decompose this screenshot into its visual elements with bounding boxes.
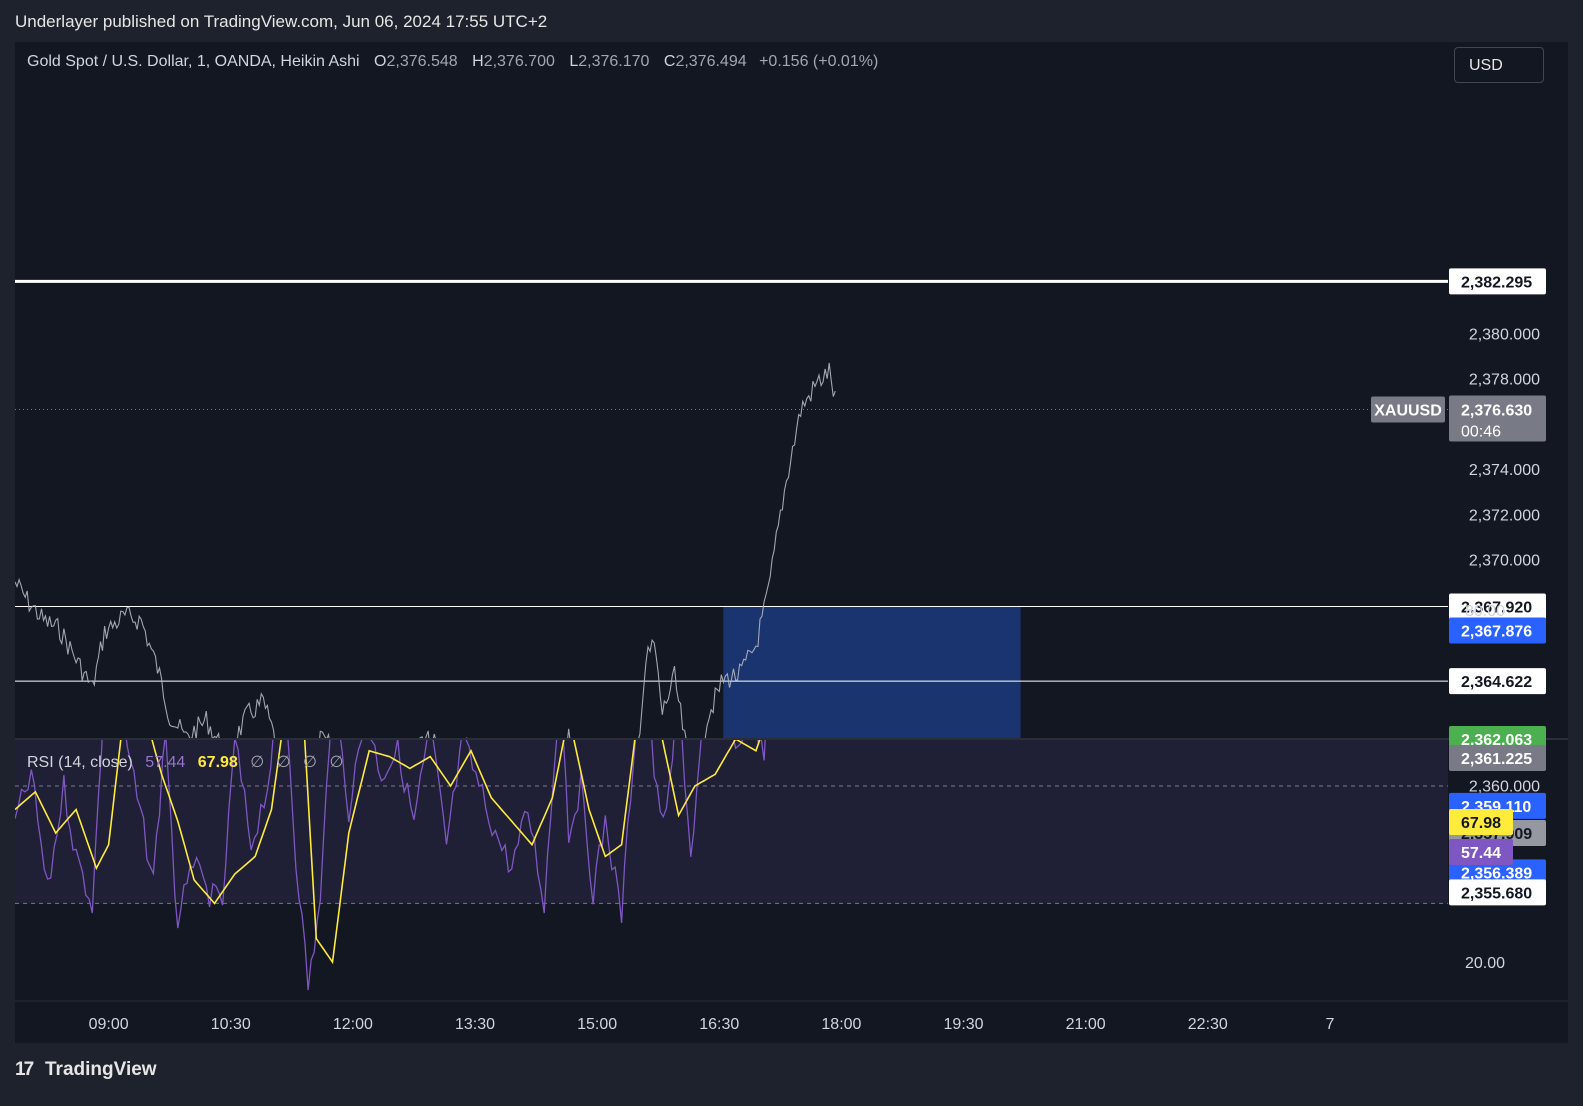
label-2364: 2,364.622 [1461, 674, 1532, 691]
tradingview-brand: TradingView [45, 1059, 157, 1080]
x-tick-3: 13:30 [455, 1016, 495, 1033]
x-tick-5: 16:30 [699, 1016, 739, 1033]
high-label: H [472, 53, 484, 70]
y-tick-0: 2,380.000 [1469, 326, 1540, 343]
rsi-empty-3: ∅ [303, 754, 317, 771]
low-value: 2,376.170 [578, 53, 650, 70]
chart-canvas[interactable]: 2,380.000 2,378.000 2,374.000 2,372.000 2,37… [0, 0, 1583, 1106]
currency-button[interactable]: USD [1454, 47, 1544, 83]
tradingview-logo-icon: 17 [15, 1059, 34, 1080]
open-value: 2,376.548 [386, 53, 458, 70]
x-tick-6: 18:00 [821, 1016, 861, 1033]
label-2361: 2,361.225 [1461, 751, 1532, 768]
rsi-empty-4: ∅ [329, 754, 344, 771]
label-2382: 2,382.295 [1461, 274, 1532, 291]
rsi-empty-1: ∅ [250, 754, 265, 771]
x-tick-9: 22:30 [1188, 1016, 1228, 1033]
rsi-ma-value: 67.98 [197, 754, 238, 771]
rsi-empty-2: ∅ [276, 754, 291, 771]
symbol-tag: XAUUSD [1374, 403, 1442, 420]
rsi-legend: RSI (14, close) 57.44 67.98 ∅ ∅ ∅ ∅ [27, 752, 343, 772]
x-tick-0: 09:00 [89, 1016, 129, 1033]
y-tick-2: 2,374.000 [1469, 462, 1540, 479]
rsi-value-label-0: 67.98 [1461, 815, 1501, 832]
x-tick-4: 15:00 [577, 1016, 617, 1033]
change-value: +0.156 (+0.01%) [759, 53, 879, 70]
x-tick-2: 12:00 [333, 1016, 373, 1033]
rsi-value-label-1: 57.44 [1461, 845, 1501, 862]
y-tick-4: 2,370.000 [1469, 553, 1540, 570]
label-2355: 2,355.680 [1461, 885, 1532, 902]
rsi-value: 57.44 [145, 754, 186, 771]
countdown-label: 00:46 [1461, 424, 1501, 441]
x-tick-7: 19:30 [944, 1016, 984, 1033]
rsi-y-tick-2: 20.00 [1465, 955, 1505, 972]
symbol-info-bar: Gold Spot / U.S. Dollar, 1, OANDA, Heiki… [27, 53, 878, 71]
high-value: 2,376.700 [483, 53, 555, 70]
position-target-zone[interactable] [723, 606, 1021, 758]
x-tick-8: 21:00 [1066, 1016, 1106, 1033]
low-label: L [569, 53, 579, 70]
open-label: O [374, 53, 387, 70]
x-tick-1: 10:30 [211, 1016, 251, 1033]
close-value: 2,376.494 [675, 53, 747, 70]
label-2367-876: 2,367.876 [1461, 624, 1532, 641]
close-label: C [663, 53, 676, 70]
rsi-y-tick-0: 80.00 [1465, 603, 1505, 620]
tradingview-logo[interactable]: 17 TradingView [15, 1059, 157, 1081]
rsi-title[interactable]: RSI (14, close) [27, 754, 133, 771]
x-tick-10: 7 [1325, 1016, 1334, 1033]
y-tick-3: 2,372.000 [1469, 507, 1540, 524]
symbol-title[interactable]: Gold Spot / U.S. Dollar, 1, OANDA, Heiki… [27, 53, 360, 70]
y-tick-1: 2,378.000 [1469, 372, 1540, 389]
current-price-label: 2,376.630 [1461, 403, 1532, 420]
